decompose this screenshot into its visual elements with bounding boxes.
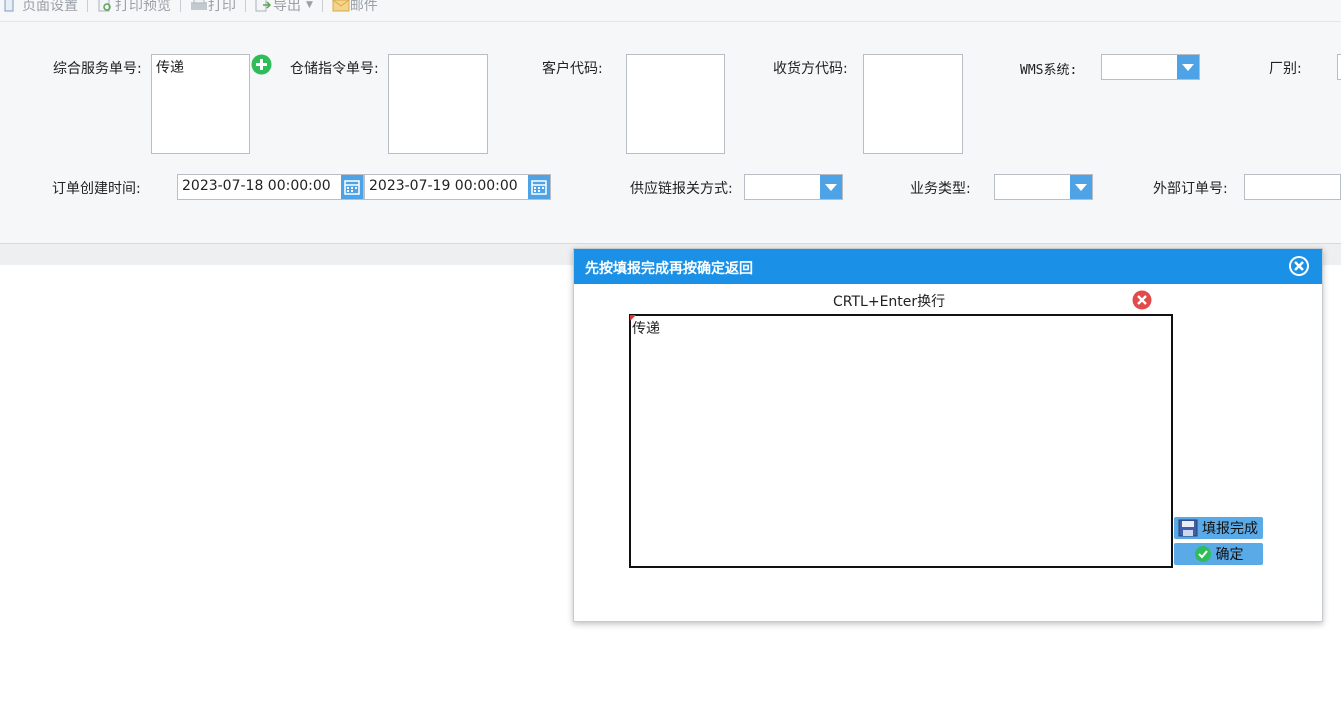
export-icon	[255, 0, 272, 12]
date-to-input[interactable]: 2023-07-19 00:00:00	[364, 174, 551, 200]
date-from-input[interactable]: 2023-07-18 00:00:00	[177, 174, 364, 200]
external-order-label: 外部订单号:	[1153, 181, 1228, 197]
chevron-down-icon[interactable]	[1177, 55, 1199, 79]
external-order-input[interactable]	[1244, 174, 1341, 200]
service-order-label: 综合服务单号:	[53, 61, 142, 77]
supply-chain-select[interactable]	[744, 174, 843, 200]
mail-icon	[332, 0, 350, 12]
error-marker-icon	[630, 315, 636, 321]
print-preview-icon	[97, 0, 113, 12]
page-setup-label: 页面设置	[22, 0, 78, 14]
consignee-code-label: 收货方代码:	[773, 61, 848, 77]
chevron-down-icon: ▼	[306, 0, 313, 10]
mail-button[interactable]: 邮件	[328, 0, 382, 14]
export-label: 导出	[273, 0, 301, 14]
toolbar-divider	[180, 0, 181, 12]
chevron-down-icon[interactable]	[1070, 175, 1092, 199]
toolbar-divider	[87, 0, 88, 12]
fill-done-button[interactable]: 填报完成	[1174, 517, 1263, 539]
wms-select[interactable]	[1101, 54, 1200, 80]
fill-done-label: 填报完成	[1202, 521, 1258, 537]
multiline-input[interactable]: 传递	[629, 314, 1173, 568]
input-dialog: 先按填报完成再按确定返回 CRTL+Enter换行 传递 填报完成 确定	[573, 248, 1323, 622]
toolbar-divider	[245, 0, 246, 12]
chevron-down-icon[interactable]	[820, 175, 842, 199]
factory-label: 厂别:	[1269, 61, 1302, 77]
warehouse-instruction-input[interactable]	[388, 54, 488, 154]
print-preview-label: 打印预览	[115, 0, 171, 14]
warehouse-instruction-label: 仓储指令单号:	[290, 61, 379, 77]
close-icon[interactable]	[1288, 255, 1310, 277]
supply-chain-label: 供应链报关方式:	[630, 181, 733, 197]
export-button[interactable]: 导出 ▼	[251, 0, 317, 14]
consignee-code-input[interactable]	[863, 54, 963, 154]
print-preview-button[interactable]: 打印预览	[93, 0, 175, 14]
page-setup-icon	[4, 0, 20, 12]
business-type-select[interactable]	[994, 174, 1093, 200]
print-button[interactable]: 打印	[186, 0, 240, 14]
newline-hint: CRTL+Enter换行	[833, 294, 946, 310]
factory-select[interactable]	[1337, 54, 1341, 80]
add-icon[interactable]	[251, 54, 272, 75]
toolbar: 页面设置 打印预览 打印 导出 ▼ 邮件	[0, 0, 1341, 22]
dialog-header: 先按填报完成再按确定返回	[574, 249, 1322, 284]
save-icon	[1178, 519, 1198, 537]
clear-icon[interactable]	[1132, 290, 1152, 310]
date-to-value: 2023-07-19 00:00:00	[369, 178, 518, 194]
dialog-title: 先按填报完成再按确定返回	[585, 261, 753, 277]
printer-icon	[190, 0, 207, 12]
business-type-label: 业务类型:	[910, 181, 971, 197]
order-created-label: 订单创建时间:	[52, 181, 141, 197]
page-setup-button[interactable]: 页面设置	[0, 0, 82, 14]
customer-code-input[interactable]	[626, 54, 725, 154]
multiline-input-value: 传递	[632, 321, 660, 337]
calendar-icon[interactable]	[528, 175, 550, 199]
toolbar-divider	[321, 0, 323, 12]
wms-label: WMS系统:	[1020, 63, 1078, 78]
mail-label: 邮件	[349, 0, 378, 14]
date-from-value: 2023-07-18 00:00:00	[182, 178, 331, 194]
confirm-label: 确定	[1215, 547, 1244, 563]
print-label: 打印	[208, 0, 236, 14]
service-order-input[interactable]: 传递	[151, 54, 250, 154]
calendar-icon[interactable]	[341, 175, 363, 199]
customer-code-label: 客户代码:	[542, 61, 603, 77]
confirm-button[interactable]: 确定	[1174, 543, 1263, 565]
filter-panel: 综合服务单号: 传递 仓储指令单号: 客户代码: 收货方代码: WMS系统: 厂…	[0, 22, 1341, 244]
check-icon	[1194, 545, 1212, 563]
